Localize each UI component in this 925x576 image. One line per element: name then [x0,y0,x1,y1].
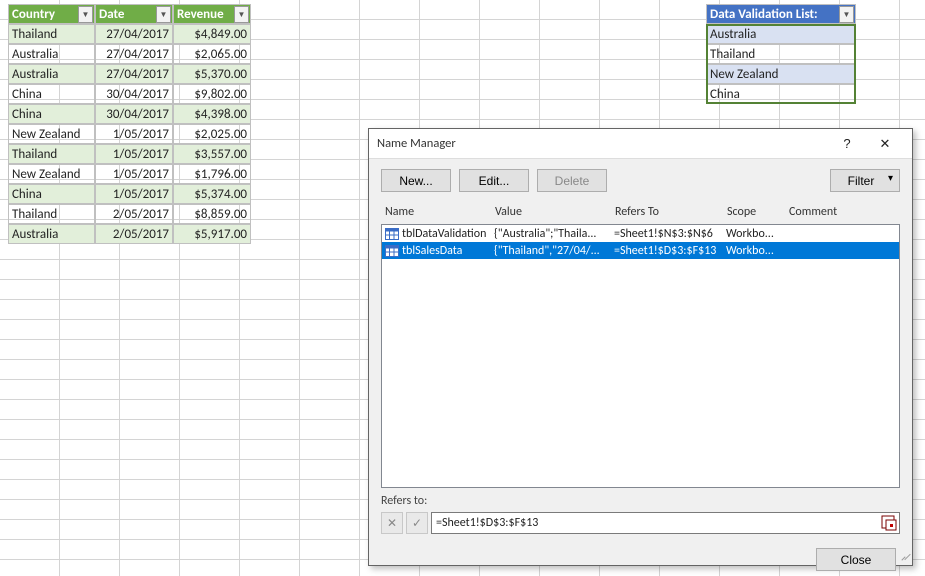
filter-drop-icon[interactable]: ▼ [156,6,171,23]
col-header-revenue[interactable]: Revenue ▼ [173,4,251,24]
table-icon [384,227,400,241]
table-cell[interactable]: Australia [8,224,95,244]
name-cell: tblDataValidation [402,227,494,241]
dialog-toolbar: New... Edit... Delete Filter [369,159,912,200]
table-cell[interactable]: Australia [8,64,95,84]
refers-to-label: Refers to: [369,488,912,510]
sales-table[interactable]: Country▼ Date▼ Revenue▼ Thailand27/04/20… [8,4,251,244]
table-cell[interactable]: $8,859.00 [173,204,251,224]
table-cell[interactable]: New Zealand [8,124,95,144]
table-cell[interactable]: 27/04/2017 [95,24,173,44]
new-button[interactable]: New... [381,169,451,192]
value-cell: {"Australia";"Thaila... [494,227,614,241]
table-cell[interactable]: 1/05/2017 [95,124,173,144]
table-cell[interactable]: Thailand [8,204,95,224]
refers-to-input[interactable]: =Sheet1!$D$3:$F$13 [431,512,900,534]
col-header-label: Country [12,7,55,22]
table-cell[interactable]: 30/04/2017 [95,84,173,104]
resize-grip-icon[interactable] [898,551,910,563]
table-cell[interactable]: Australia [706,24,856,44]
name-manager-dialog: Name Manager ? ✕ New... Edit... Delete F… [368,128,913,566]
table-cell[interactable]: 27/04/2017 [95,64,173,84]
list-header[interactable]: Name Value Refers To Scope Comment [369,200,912,224]
table-cell[interactable]: China [8,84,95,104]
col-header-validation[interactable]: Data Validation List: ▼ [706,4,856,24]
filter-drop-icon[interactable]: ▼ [78,6,93,23]
table-cell[interactable]: Thailand [8,24,95,44]
table-cell[interactable]: 2/05/2017 [95,224,173,244]
table-cell[interactable]: China [8,104,95,124]
dialog-title: Name Manager [377,136,828,151]
filter-drop-icon[interactable]: ▼ [839,6,854,23]
range-picker-icon[interactable] [880,514,898,532]
col-header-label: Revenue [177,7,224,22]
scope-cell: Workbo... [726,227,788,241]
dialog-titlebar[interactable]: Name Manager ? ✕ [369,129,912,159]
name-cell: tblSalesData [402,244,494,258]
name-list-row[interactable]: tblSalesData{"Thailand","27/04/...=Sheet… [382,242,899,259]
close-button[interactable]: Close [816,548,896,571]
table-cell[interactable]: 2/05/2017 [95,204,173,224]
table-cell[interactable]: Australia [8,44,95,64]
list-col-value[interactable]: Value [491,202,611,222]
table-cell[interactable]: China [8,184,95,204]
refers-to-value: =Sheet1!$D$3:$F$13 [436,516,538,530]
name-list-row[interactable]: tblDataValidation{"Australia";"Thaila...… [382,225,899,242]
edit-button[interactable]: Edit... [459,169,529,192]
table-cell[interactable]: 1/05/2017 [95,184,173,204]
refers-cancel-button: ✕ [381,512,403,534]
col-header-country[interactable]: Country ▼ [8,4,95,24]
table-cell[interactable]: 1/05/2017 [95,164,173,184]
list-col-name[interactable]: Name [381,202,491,222]
col-header-label: Date [99,7,124,22]
table-cell[interactable]: 27/04/2017 [95,44,173,64]
table-cell[interactable]: $1,796.00 [173,164,251,184]
refers-cell: =Sheet1!$N$3:$N$6 [614,227,726,241]
table-cell[interactable]: $2,065.00 [173,44,251,64]
scope-cell: Workbo... [726,244,788,258]
validation-table[interactable]: Data Validation List: ▼ AustraliaThailand… [706,4,856,104]
table-cell[interactable]: Thailand [8,144,95,164]
table-cell[interactable]: $9,802.00 [173,84,251,104]
table-cell[interactable]: China [706,84,856,104]
table-cell[interactable]: $5,370.00 [173,64,251,84]
table-cell[interactable]: $2,025.00 [173,124,251,144]
refers-accept-button: ✓ [406,512,428,534]
list-col-refers[interactable]: Refers To [611,202,723,222]
table-cell[interactable]: Thailand [706,44,856,64]
refers-cell: =Sheet1!$D$3:$F$13 [614,244,726,258]
table-cell[interactable]: $3,557.00 [173,144,251,164]
table-cell[interactable]: $5,917.00 [173,224,251,244]
value-cell: {"Thailand","27/04/... [494,244,614,258]
table-cell[interactable]: 30/04/2017 [95,104,173,124]
filter-drop-icon[interactable]: ▼ [234,6,249,23]
close-icon[interactable]: ✕ [866,130,904,158]
table-cell[interactable]: $4,849.00 [173,24,251,44]
table-cell[interactable]: $5,374.00 [173,184,251,204]
col-header-label: Data Validation List: [710,7,818,22]
filter-button[interactable]: Filter [830,169,900,192]
list-col-scope[interactable]: Scope [723,202,785,222]
table-cell[interactable]: New Zealand [706,64,856,84]
list-col-comment[interactable]: Comment [785,202,900,222]
table-cell[interactable]: New Zealand [8,164,95,184]
table-cell[interactable]: 1/05/2017 [95,144,173,164]
help-button[interactable]: ? [828,130,866,158]
col-header-date[interactable]: Date ▼ [95,4,173,24]
table-icon [384,244,400,258]
table-cell[interactable]: $4,398.00 [173,104,251,124]
names-list[interactable]: tblDataValidation{"Australia";"Thaila...… [381,224,900,488]
delete-button: Delete [537,169,607,192]
